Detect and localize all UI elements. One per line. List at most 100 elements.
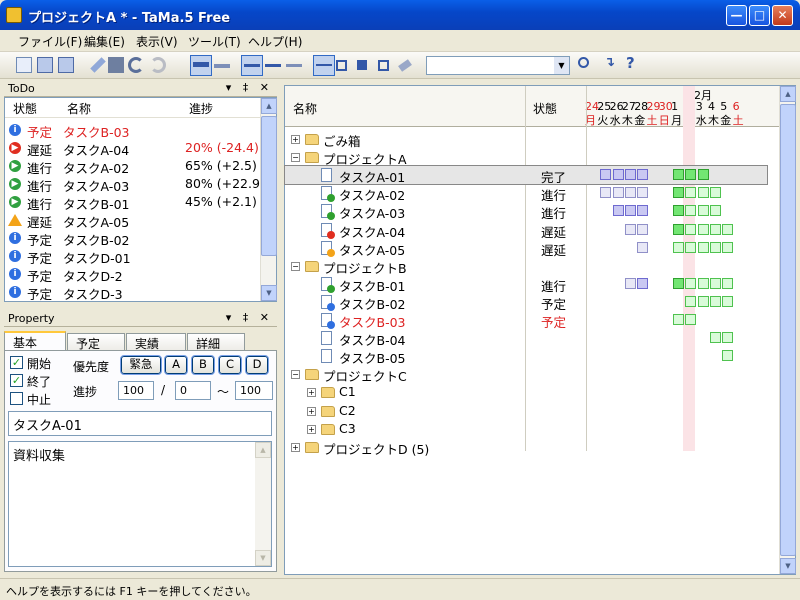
gantt-cell[interactable] <box>697 223 709 235</box>
expand-icon[interactable]: + <box>291 442 300 452</box>
maximize-button[interactable]: □ <box>749 5 770 26</box>
todo-row[interactable]: ▶ 遅延 タスクA-04 20% (-24.4) <box>5 139 260 158</box>
todo-row[interactable]: ▶ 進行 タスクA-02 65% (+2.5) <box>5 157 260 176</box>
gantt-cell[interactable] <box>600 169 612 181</box>
gantt-cell[interactable] <box>697 169 709 181</box>
tree-folder-row[interactable]: − プロジェクトA <box>285 148 767 167</box>
collapse-icon[interactable]: − <box>291 261 300 271</box>
gantt-cell[interactable] <box>637 187 649 199</box>
add-parent-icon[interactable] <box>58 57 74 73</box>
minimize-button[interactable]: — <box>726 5 747 26</box>
gantt-cell[interactable] <box>722 241 734 253</box>
help-icon[interactable]: ? <box>626 54 642 72</box>
scroll-down-icon[interactable]: ▼ <box>780 558 796 574</box>
tree-folder-row[interactable]: + C1 <box>285 383 767 401</box>
priority-urgent-button[interactable]: 緊急 <box>120 355 162 375</box>
notes-textarea[interactable]: 資料収集 ▲ ▼ <box>8 441 272 567</box>
gantt-cell[interactable] <box>685 295 697 307</box>
menu-edit[interactable]: 編集(E) <box>84 33 125 50</box>
tab-actual[interactable]: 実績 <box>126 333 186 351</box>
title-bar[interactable]: プロジェクトA * - TaMa.5 Free — □ ✕ <box>0 0 800 30</box>
tab-plan[interactable]: 予定 <box>67 333 125 351</box>
scroll-up-icon[interactable]: ▲ <box>780 86 796 102</box>
gantt-cell[interactable] <box>673 169 685 181</box>
close-button[interactable]: ✕ <box>772 5 793 26</box>
col-header-status[interactable]: 状態 <box>533 100 557 117</box>
todo-row[interactable]: i 予定 タスクD-3 <box>5 283 260 302</box>
gantt-cell[interactable] <box>685 241 697 253</box>
col-status[interactable]: 状態 <box>13 100 37 117</box>
menu-help[interactable]: ヘルプ(H) <box>248 33 302 50</box>
progress-max-input[interactable]: 100 <box>235 381 273 400</box>
gantt-cell[interactable] <box>624 277 636 289</box>
todo-row[interactable]: i 予定 タスクB-02 <box>5 229 260 248</box>
gantt-cell[interactable] <box>637 223 649 235</box>
priority-c-button[interactable]: C <box>218 355 242 375</box>
tree-task-row[interactable]: タスクA-02 進行 <box>285 184 767 203</box>
expand-icon[interactable]: + <box>291 135 300 144</box>
square-icon[interactable] <box>336 60 347 71</box>
notes-scrollbar[interactable]: ▲ ▼ <box>255 442 271 566</box>
tree-task-row[interactable]: タスクB-05 <box>285 347 767 366</box>
todo-row[interactable]: i 予定 タスクD-01 <box>5 247 260 266</box>
search-combo[interactable]: ▼ <box>426 56 570 75</box>
collapse-icon[interactable]: − <box>291 153 300 163</box>
filled-square-icon[interactable] <box>357 60 367 70</box>
todo-row[interactable]: i 予定 タスクD-2 <box>5 265 260 284</box>
gantt-cell[interactable] <box>600 187 612 199</box>
tab-basic[interactable]: 基本 <box>4 331 66 352</box>
collapse-icon[interactable]: − <box>291 370 300 380</box>
scroll-thumb[interactable] <box>261 116 277 256</box>
scroll-down-icon[interactable]: ▼ <box>255 550 271 566</box>
col-progress[interactable]: 進捗 <box>189 100 213 117</box>
gantt-cell[interactable] <box>710 205 721 217</box>
dots-icon[interactable] <box>286 64 302 67</box>
progress-min-input[interactable]: 0 <box>175 381 211 400</box>
gantt-cell[interactable] <box>722 350 734 362</box>
progress-input[interactable]: 100 <box>118 381 154 400</box>
jump-icon[interactable]: ↴ <box>604 55 620 71</box>
todo-scrollbar[interactable]: ▲ ▼ <box>260 98 277 301</box>
gantt-cell[interactable] <box>673 205 685 217</box>
gantt-cell[interactable] <box>624 223 636 235</box>
panel-buttons[interactable]: ▾ ‡ ✕ <box>226 81 273 94</box>
gantt-cell[interactable] <box>710 332 721 344</box>
redo-icon[interactable] <box>150 57 166 73</box>
main-scrollbar[interactable]: ▲ ▼ <box>779 86 796 574</box>
start-checkbox[interactable]: ✓ <box>10 356 23 369</box>
expand-icon[interactable]: + <box>307 388 316 398</box>
todo-list[interactable]: 状態 名称 進捗 i 予定 タスクB-03 ▶ 遅延 タスクA-04 20% (-24.4)… <box>4 97 277 302</box>
gantt-cell[interactable] <box>722 332 734 344</box>
gantt-cell[interactable] <box>612 169 624 181</box>
gantt-cell[interactable] <box>685 277 697 289</box>
edit-pencil-icon[interactable] <box>90 57 106 73</box>
tree-folder-row[interactable]: − プロジェクトB <box>285 257 767 276</box>
gantt-cell[interactable] <box>722 277 734 289</box>
tree-folder-row[interactable]: + プロジェクトD (5) <box>285 438 767 457</box>
gantt-cell[interactable] <box>685 187 697 199</box>
gantt-cell[interactable] <box>673 277 685 289</box>
crossed-square-icon[interactable] <box>378 60 389 71</box>
scroll-up-icon[interactable]: ▲ <box>255 442 271 458</box>
task-tree-view[interactable]: 名称 状態 12月 24月25火26水27木28金29土30日1月2火3水4木5… <box>284 85 796 575</box>
tree-task-row[interactable]: タスクA-01 完了 <box>284 165 768 186</box>
eraser-icon[interactable] <box>398 59 412 72</box>
scroll-down-icon[interactable]: ▼ <box>261 285 277 301</box>
task-name-field[interactable]: タスクA-01 <box>8 411 272 436</box>
menu-tools[interactable]: ツール(T) <box>188 33 241 50</box>
tree-task-row[interactable]: タスクB-01 進行 <box>285 275 767 294</box>
todo-row[interactable]: ▶ 進行 タスクB-01 45% (+2.1) <box>5 193 260 212</box>
tab-detail[interactable]: 詳細 <box>187 333 245 351</box>
new-doc-icon[interactable] <box>16 57 32 73</box>
bar-icon[interactable] <box>214 64 230 68</box>
gantt-cell[interactable] <box>637 169 649 181</box>
expand-icon[interactable]: + <box>307 406 316 416</box>
tree-folder-row[interactable]: + C3 <box>285 420 767 438</box>
tree-folder-row[interactable]: − プロジェクトC <box>285 365 767 384</box>
end-checkbox[interactable]: ✓ <box>10 374 23 387</box>
tree-task-row[interactable]: タスクA-05 遅延 <box>285 239 767 258</box>
tree-folder-row[interactable]: + C2 <box>285 402 767 420</box>
scroll-thumb[interactable] <box>780 104 796 556</box>
gantt-cell[interactable] <box>710 241 721 253</box>
gantt-cell[interactable] <box>673 241 685 253</box>
